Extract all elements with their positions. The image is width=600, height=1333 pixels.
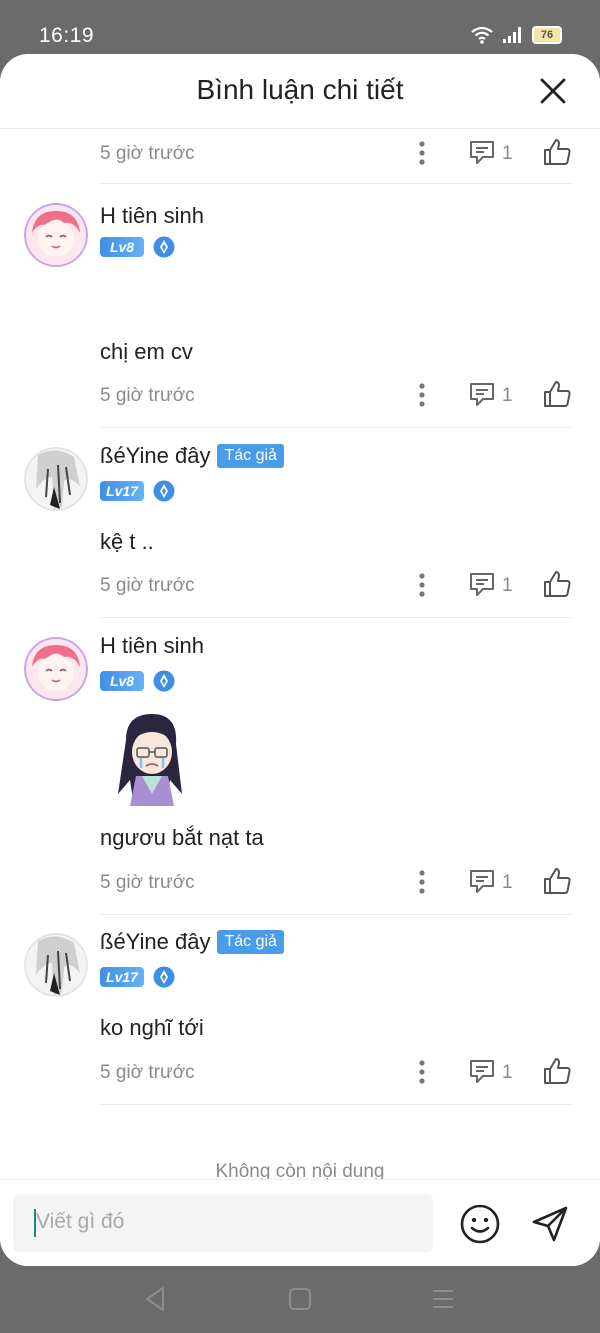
divider — [100, 427, 572, 428]
comment-header: ßéYine đây Tác giả — [100, 929, 284, 955]
comment-meta: 5 giờ trước 1 — [100, 1052, 572, 1092]
comment-text: kệ t .. — [100, 529, 154, 554]
back-nav-icon[interactable] — [141, 1284, 171, 1314]
comment-timestamp: 5 giờ trước — [100, 575, 195, 596]
more-vertical-icon[interactable] — [412, 381, 432, 409]
battery-icon: 76 — [532, 26, 562, 44]
like-icon[interactable] — [541, 378, 573, 410]
like-icon[interactable] — [541, 568, 573, 600]
more-vertical-icon[interactable] — [412, 571, 432, 599]
more-vertical-icon[interactable] — [412, 139, 432, 167]
badges-row: Lv8 — [100, 236, 175, 258]
wifi-icon — [471, 26, 493, 44]
reply-count: 1 — [502, 1062, 513, 1083]
comment-input-bar: Viết gì đó — [0, 1179, 600, 1266]
username[interactable]: ßéYine đây — [100, 929, 210, 955]
reply-icon[interactable] — [468, 138, 496, 166]
badges-row: Lv17 — [100, 966, 175, 988]
signal-icon — [503, 27, 521, 43]
crystal-icon — [153, 480, 175, 502]
avatar[interactable] — [24, 933, 88, 997]
comment-detail-sheet: Bình luận chi tiết 5 giờ trước 1 H tiên … — [0, 54, 600, 1266]
crystal-icon — [153, 236, 175, 258]
author-badge: Tác giả — [217, 930, 284, 954]
status-bar: 16:19 76 — [0, 0, 600, 56]
like-icon[interactable] — [541, 865, 573, 897]
send-icon[interactable] — [529, 1203, 571, 1245]
crystal-icon — [153, 966, 175, 988]
comment-timestamp: 5 giờ trước — [100, 385, 195, 406]
badges-row: Lv17 — [100, 480, 175, 502]
status-icons: 76 — [470, 25, 562, 45]
page-title: Bình luận chi tiết — [196, 74, 404, 105]
level-badge: Lv8 — [100, 237, 144, 257]
divider — [100, 1104, 572, 1105]
comment-text: chị em cv — [100, 339, 193, 364]
system-nav-bar — [0, 1266, 600, 1333]
comment-header: ßéYine đây Tác giả — [100, 443, 284, 469]
like-icon[interactable] — [541, 1055, 573, 1087]
reply-icon[interactable] — [468, 380, 496, 408]
reply-count: 1 — [502, 385, 513, 406]
comment-meta: 5 giờ trước 1 — [100, 375, 572, 415]
divider — [100, 183, 572, 184]
comment-timestamp: 5 giờ trước — [100, 1062, 195, 1083]
reply-count: 1 — [502, 872, 513, 893]
like-icon[interactable] — [541, 136, 573, 168]
close-icon[interactable] — [538, 76, 568, 106]
comment-meta: 5 giờ trước 1 — [100, 133, 572, 173]
username[interactable]: H tiên sinh — [100, 203, 204, 229]
reply-icon[interactable] — [468, 867, 496, 895]
comment-timestamp: 5 giờ trước — [100, 872, 195, 893]
divider — [100, 914, 572, 915]
comment-header: H tiên sinh — [100, 203, 204, 229]
username[interactable]: ßéYine đây — [100, 443, 210, 469]
comment-header: H tiên sinh — [100, 633, 204, 659]
emoji-icon[interactable] — [459, 1203, 501, 1245]
end-of-list-text: Không còn nội dung — [215, 1161, 385, 1179]
author-badge: Tác giả — [217, 444, 284, 468]
status-time: 16:19 — [39, 24, 95, 47]
sheet-header: Bình luận chi tiết — [0, 54, 600, 129]
reply-count: 1 — [502, 575, 513, 596]
level-badge: Lv17 — [100, 481, 144, 501]
menu-nav-icon[interactable] — [428, 1284, 458, 1314]
username[interactable]: H tiên sinh — [100, 633, 204, 659]
reply-count: 1 — [502, 143, 513, 164]
reply-icon[interactable] — [468, 1057, 496, 1085]
comment-text: ngươu bắt nạt ta — [100, 825, 264, 850]
badges-row: Lv8 — [100, 670, 175, 692]
comment-meta: 5 giờ trước 1 — [100, 565, 572, 605]
comment-input[interactable]: Viết gì đó — [13, 1194, 433, 1252]
sticker-image[interactable] — [108, 710, 192, 812]
input-placeholder: Viết gì đó — [36, 1210, 125, 1233]
level-badge: Lv8 — [100, 671, 144, 691]
home-nav-icon[interactable] — [285, 1284, 315, 1314]
comment-meta: 5 giờ trước 1 — [100, 862, 572, 902]
divider — [100, 617, 572, 618]
avatar[interactable] — [24, 447, 88, 511]
comment-timestamp: 5 giờ trước — [100, 143, 195, 164]
avatar[interactable] — [24, 203, 88, 267]
crystal-icon — [153, 670, 175, 692]
level-badge: Lv17 — [100, 967, 144, 987]
comment-list[interactable]: 5 giờ trước 1 H tiên sinh Lv8 chị em cv … — [0, 129, 600, 1179]
comment-text: ko nghĩ tới — [100, 1015, 204, 1040]
more-vertical-icon[interactable] — [412, 868, 432, 896]
avatar[interactable] — [24, 637, 88, 701]
reply-icon[interactable] — [468, 570, 496, 598]
more-vertical-icon[interactable] — [412, 1058, 432, 1086]
